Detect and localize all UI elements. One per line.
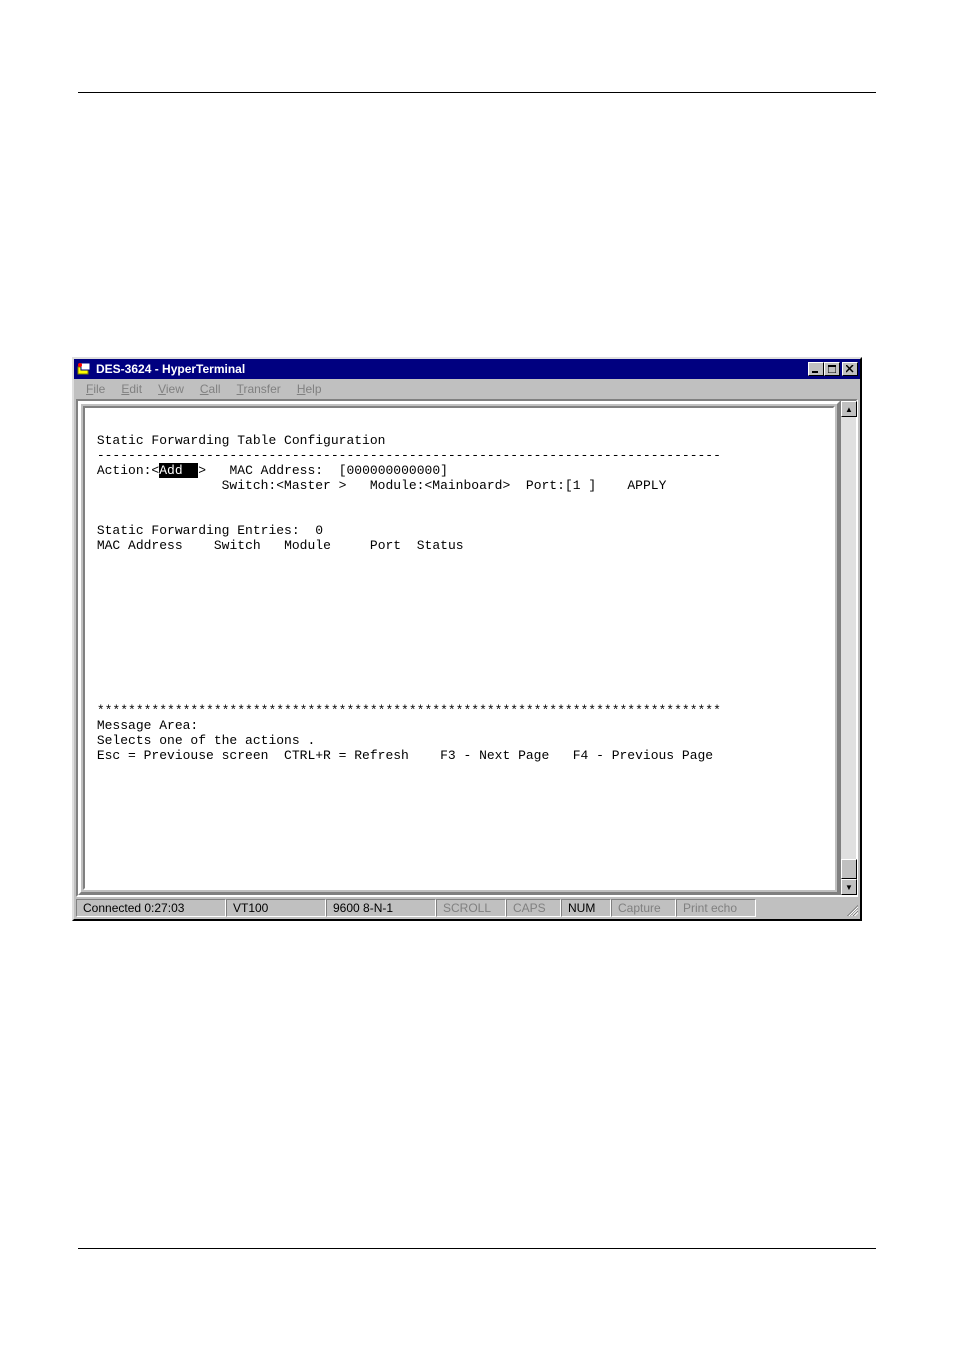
page-top-rule <box>78 92 876 93</box>
col-module: Module <box>284 538 331 553</box>
divider-line: ----------------------------------------… <box>97 448 721 463</box>
help-line: Esc = Previouse screen CTRL+R = Refresh … <box>97 748 713 763</box>
resize-grip-icon[interactable] <box>842 900 858 916</box>
page-bottom-rule <box>78 1248 876 1249</box>
col-status: Status <box>417 538 464 553</box>
scroll-down-button[interactable]: ▼ <box>841 879 857 895</box>
terminal-screen[interactable]: Static Forwarding Table Configuration --… <box>83 406 835 890</box>
minimize-button[interactable] <box>808 362 824 376</box>
switch-field[interactable]: <Master > <box>276 478 346 493</box>
screen-heading: Static Forwarding Table Configuration <box>97 433 386 448</box>
message-area-label: Message Area: <box>97 718 198 733</box>
action-label: Action: <box>97 463 152 478</box>
menu-call[interactable]: Call <box>192 380 229 398</box>
scroll-thumb[interactable] <box>841 859 857 879</box>
status-num: NUM <box>561 899 611 917</box>
status-bar: Connected 0:27:03 VT100 9600 8-N-1 SCROL… <box>74 897 860 919</box>
status-caps: CAPS <box>506 899 561 917</box>
col-port: Port <box>370 538 401 553</box>
mac-label: MAC Address: <box>229 463 323 478</box>
close-button[interactable] <box>842 362 858 376</box>
status-connected: Connected 0:27:03 <box>76 899 226 917</box>
status-emulation: VT100 <box>226 899 326 917</box>
entries-count: 0 <box>315 523 323 538</box>
scroll-up-button[interactable]: ▲ <box>841 401 857 417</box>
hyperterminal-window: DES-3624 - HyperTerminal File Edit View … <box>72 357 862 921</box>
col-mac: MAC Address <box>97 538 183 553</box>
apply-button[interactable]: APPLY <box>627 478 666 493</box>
mac-field[interactable]: [000000000000] <box>339 463 448 478</box>
vertical-scrollbar[interactable]: ▲ ▼ <box>840 401 856 895</box>
status-capture: Capture <box>611 899 676 917</box>
module-field[interactable]: <Mainboard> <box>424 478 510 493</box>
message-text: Selects one of the actions . <box>97 733 315 748</box>
menu-view[interactable]: View <box>150 380 192 398</box>
status-print-echo: Print echo <box>676 899 756 917</box>
menu-transfer[interactable]: Transfer <box>229 380 289 398</box>
asterisk-line: ****************************************… <box>97 703 721 718</box>
entries-label: Static Forwarding Entries: <box>97 523 300 538</box>
content-area: Static Forwarding Table Configuration --… <box>76 399 858 897</box>
port-field[interactable]: [1 ] <box>565 478 596 493</box>
action-field[interactable]: Add <box>159 463 198 478</box>
menu-edit[interactable]: Edit <box>113 380 150 398</box>
module-label: Module: <box>370 478 425 493</box>
status-scroll: SCROLL <box>436 899 506 917</box>
window-title: DES-3624 - HyperTerminal <box>96 362 808 376</box>
port-label: Port: <box>526 478 565 493</box>
maximize-button[interactable] <box>824 362 840 376</box>
menu-bar: File Edit View Call Transfer Help <box>74 379 860 399</box>
menu-file[interactable]: File <box>78 380 113 398</box>
status-settings: 9600 8-N-1 <box>326 899 436 917</box>
scroll-track[interactable] <box>841 417 856 879</box>
window-controls <box>808 362 858 376</box>
switch-label: Switch: <box>222 478 277 493</box>
title-bar[interactable]: DES-3624 - HyperTerminal <box>74 359 860 379</box>
menu-help[interactable]: Help <box>289 380 330 398</box>
terminal-frame: Static Forwarding Table Configuration --… <box>78 401 840 895</box>
app-icon <box>76 361 92 377</box>
col-switch: Switch <box>214 538 261 553</box>
